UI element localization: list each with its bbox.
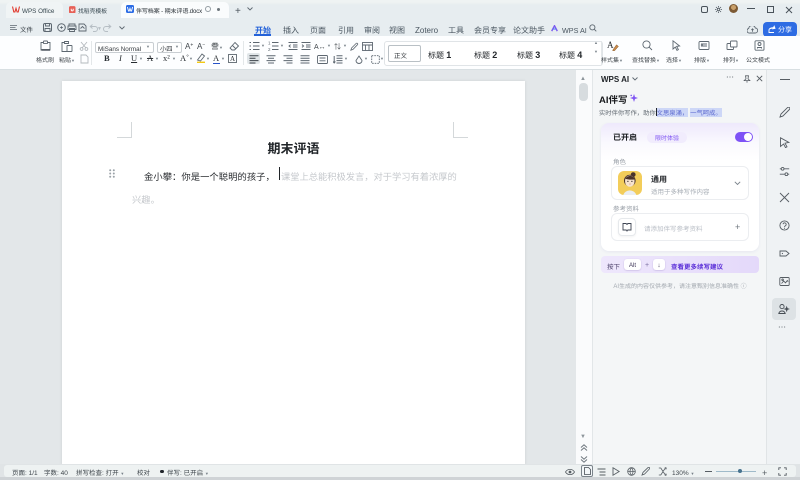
svg-text:2: 2 (268, 47, 271, 51)
svg-text:1: 1 (268, 41, 271, 47)
